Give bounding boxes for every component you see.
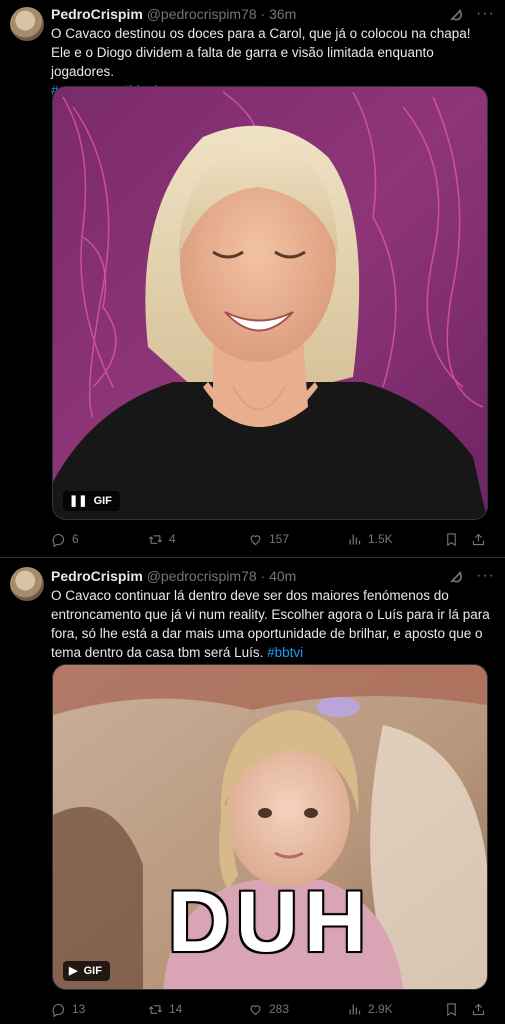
bookmark-button[interactable] [444,999,459,1019]
author-handle-time[interactable]: @pedrocrispim78 · 36m [147,6,297,22]
heart-icon [250,1004,261,1015]
tweet-text: O Cavaco continuar lá dentro deve ser do… [51,586,491,662]
repost-button[interactable]: 4 [148,529,176,549]
like-button[interactable]: 283 [248,999,289,1019]
hashtags[interactable]: #bbtvi [267,645,303,660]
views-icon [349,1004,361,1014]
repost-icon [148,1004,163,1014]
share-button[interactable] [471,999,486,1019]
grok-icon[interactable] [448,7,464,23]
tweet[interactable]: PedroCrispim @pedrocrispim78 · 36m ··· O… [0,0,505,556]
reply-icon [52,533,64,547]
bookmark-icon [447,532,456,546]
author-handle-time[interactable]: @pedrocrispim78 · 40m [147,568,297,584]
reply-button[interactable]: 13 [51,999,85,1019]
repost-button[interactable]: 14 [148,999,182,1019]
author-name[interactable]: PedroCrispim [51,6,143,22]
tweet-header: PedroCrispim @pedrocrispim78 · 40m [51,566,296,586]
tweet-actions: 13 14 283 2.9K [51,999,491,1019]
like-count: 283 [269,1002,290,1016]
tweet-header: PedroCrispim @pedrocrispim78 · 36m [51,4,296,24]
gif-media[interactable]: · DUH ▶ GIF [52,664,488,990]
views-icon [349,534,361,544]
tweet[interactable]: PedroCrispim @pedrocrispim78 · 40m ··· O… [0,558,505,1024]
grok-icon[interactable] [448,569,464,585]
gif-label: GIF [93,495,112,507]
views-count: 2.9K [368,1002,393,1016]
tweet-actions: 6 4 157 1.5K [51,529,491,549]
heart-icon [250,534,261,545]
reply-button[interactable]: 6 [51,529,79,549]
bookmark-button[interactable] [444,529,459,549]
more-options-icon[interactable]: ··· [476,6,495,22]
like-button[interactable]: 157 [248,529,289,549]
reply-icon [52,1003,64,1017]
gif-frame [53,87,487,519]
gif-media[interactable]: ❚❚ GIF [52,86,488,520]
gif-caption: DUH [167,874,373,970]
gif-label: GIF [83,965,102,977]
reply-count: 6 [72,532,79,546]
share-icon [472,1003,485,1015]
avatar[interactable] [10,567,44,601]
views-count: 1.5K [368,532,393,546]
pause-icon[interactable]: ❚❚ [69,495,87,507]
gif-badge[interactable]: ▶ GIF [63,961,110,981]
repost-count: 4 [169,532,176,546]
share-icon [472,533,485,545]
tweet-body: O Cavaco destinou os doces para a Carol,… [51,26,471,79]
views-button[interactable]: 1.5K [347,529,393,549]
more-options-icon[interactable]: ··· [476,568,495,584]
repost-count: 14 [169,1002,183,1016]
avatar[interactable] [10,7,44,41]
author-name[interactable]: PedroCrispim [51,568,143,584]
play-icon[interactable]: ▶ [69,965,77,977]
share-button[interactable] [471,529,486,549]
bookmark-icon [447,1002,456,1016]
repost-icon [148,534,163,544]
reply-count: 13 [72,1002,86,1016]
views-button[interactable]: 2.9K [347,999,393,1019]
svg-text:·: · [443,975,446,985]
like-count: 157 [269,532,290,546]
gif-badge[interactable]: ❚❚ GIF [63,491,120,511]
